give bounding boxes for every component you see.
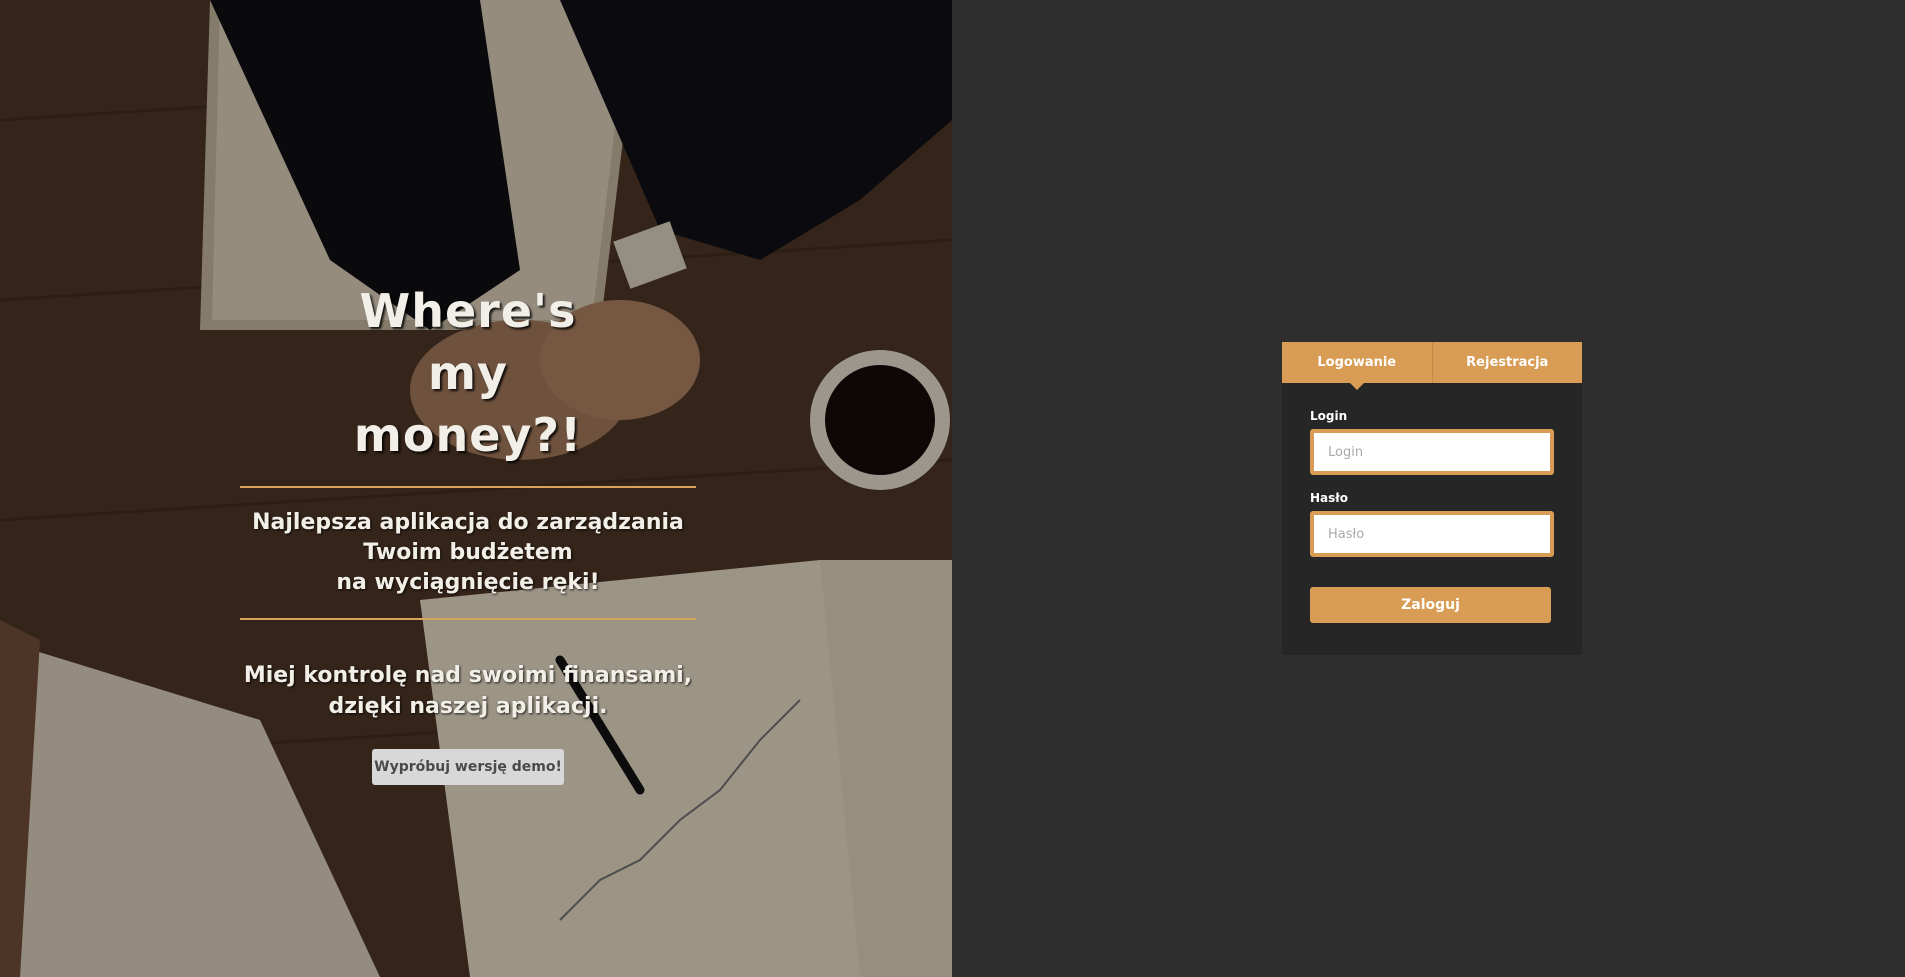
tab-register[interactable]: Rejestracja <box>1431 342 1582 383</box>
hero-divider-bottom <box>240 618 696 620</box>
hero-title: Where's my money?! <box>353 284 583 462</box>
hero-content: Where's my money?! Najlepsza aplikacja d… <box>240 280 696 785</box>
password-label: Hasło <box>1310 491 1348 505</box>
hero-subtitle-line: na wyciągnięcie ręki! <box>336 570 600 595</box>
login-page: Where's my money?! Najlepsza aplikacja d… <box>0 0 1905 977</box>
login-submit-button[interactable]: Zaloguj <box>1310 587 1551 623</box>
hero-subtitle-line: Twoim budżetem <box>363 540 573 565</box>
auth-tabs: Logowanie Rejestracja <box>1282 342 1582 383</box>
hero-lead-line: Miej kontrolę nad swoimi finansami, <box>243 663 693 688</box>
hero-divider-top <box>240 486 696 488</box>
auth-box: Logowanie Rejestracja Login Hasło Zalogu… <box>1282 342 1582 655</box>
login-input[interactable] <box>1314 433 1550 471</box>
hero-section: Where's my money?! Najlepsza aplikacja d… <box>0 0 952 977</box>
tab-login[interactable]: Logowanie <box>1282 342 1432 383</box>
hero-subtitle: Najlepsza aplikacja do zarządzania Twoim… <box>240 508 696 598</box>
hero-lead-line: dzięki naszej aplikacji. <box>328 694 608 719</box>
login-field-wrapper <box>1310 429 1554 475</box>
password-field-wrapper <box>1310 511 1554 557</box>
hero-subtitle-line: Najlepsza aplikacja do zarządzania <box>252 510 684 535</box>
auth-section: Logowanie Rejestracja Login Hasło Zalogu… <box>952 0 1905 977</box>
login-form: Login Hasło Zaloguj <box>1282 383 1582 623</box>
hero-lead: Miej kontrolę nad swoimi finansami, dzię… <box>240 660 696 722</box>
try-demo-button[interactable]: Wypróbuj wersję demo! <box>372 749 564 785</box>
password-input[interactable] <box>1314 515 1550 553</box>
login-label: Login <box>1310 409 1348 423</box>
